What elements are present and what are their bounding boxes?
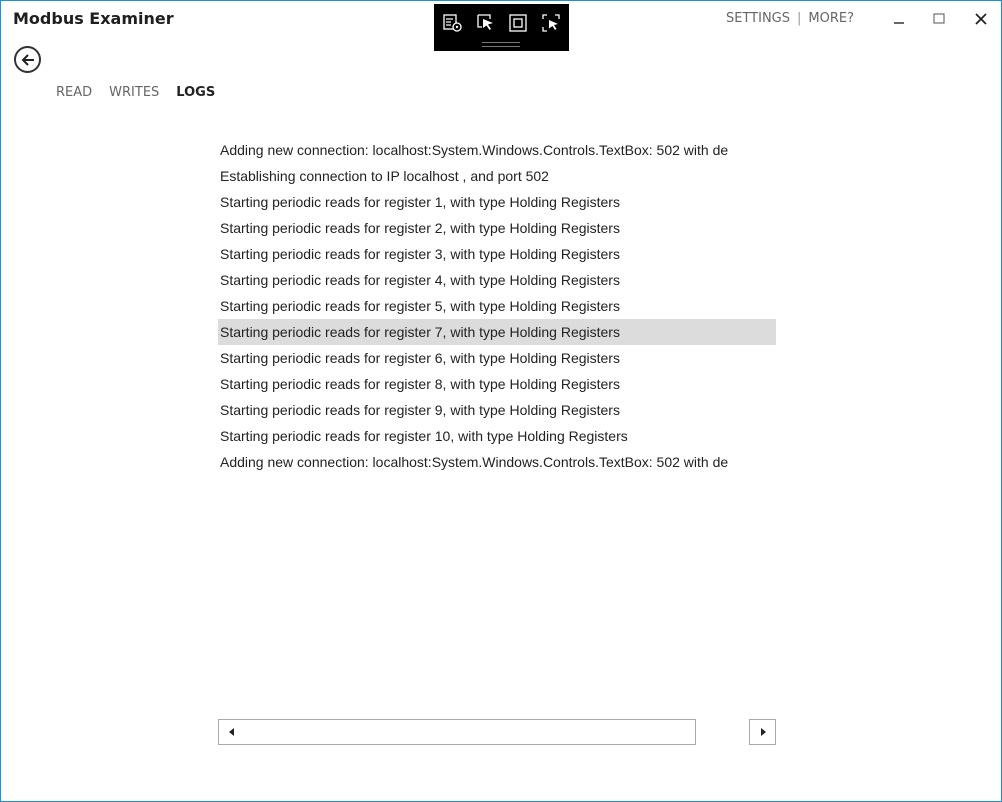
- maximize-icon: [933, 13, 945, 24]
- toolbar-grip[interactable]: [482, 42, 520, 47]
- back-button[interactable]: [14, 46, 41, 73]
- log-item[interactable]: Starting periodic reads for register 9, …: [218, 397, 776, 423]
- xaml-debug-toolbar: [434, 4, 569, 51]
- horizontal-scrollbar[interactable]: [218, 719, 776, 745]
- tab-writes[interactable]: WRITES: [109, 85, 159, 100]
- scroll-right-icon: [760, 728, 766, 736]
- log-item[interactable]: Starting periodic reads for register 1, …: [218, 189, 776, 215]
- pivot-nav: READ WRITES LOGS: [56, 85, 232, 100]
- scroll-thumb[interactable]: [244, 719, 696, 745]
- log-item[interactable]: Starting periodic reads for register 4, …: [218, 267, 776, 293]
- close-icon: [975, 13, 987, 25]
- display-adorners-icon[interactable]: [507, 12, 529, 34]
- tab-logs[interactable]: LOGS: [176, 85, 215, 100]
- track-focus-icon[interactable]: [540, 12, 562, 34]
- header-separator: |: [797, 11, 802, 26]
- settings-link[interactable]: SETTINGS: [726, 11, 790, 26]
- log-item[interactable]: Starting periodic reads for register 5, …: [218, 293, 776, 319]
- maximize-button[interactable]: [924, 7, 954, 31]
- log-item[interactable]: Adding new connection: localhost:System.…: [218, 449, 776, 475]
- log-item[interactable]: Starting periodic reads for register 3, …: [218, 241, 776, 267]
- log-item[interactable]: Adding new connection: localhost:System.…: [218, 137, 776, 163]
- log-item[interactable]: Establishing connection to IP localhost …: [218, 163, 776, 189]
- log-item[interactable]: Starting periodic reads for register 10,…: [218, 423, 776, 449]
- log-list[interactable]: Adding new connection: localhost:System.…: [218, 137, 776, 482]
- header-links: SETTINGS | MORE?: [726, 11, 854, 26]
- live-visual-tree-icon[interactable]: [442, 12, 464, 34]
- log-item-selected[interactable]: Starting periodic reads for register 7, …: [218, 319, 776, 345]
- log-item[interactable]: Starting periodic reads for register 6, …: [218, 345, 776, 371]
- minimize-button[interactable]: [884, 7, 914, 31]
- select-element-icon[interactable]: [475, 12, 497, 34]
- minimize-icon: [894, 22, 904, 24]
- scroll-left-button[interactable]: [218, 719, 245, 745]
- app-window: Modbus Examiner SETTINGS | MORE? READ WR…: [0, 0, 1002, 802]
- scroll-right-button[interactable]: [749, 719, 776, 745]
- more-link[interactable]: MORE?: [808, 11, 854, 26]
- close-button[interactable]: [966, 7, 996, 31]
- arrow-left-icon: [21, 53, 34, 66]
- log-item[interactable]: Starting periodic reads for register 8, …: [218, 371, 776, 397]
- scroll-left-icon: [228, 728, 234, 736]
- tab-read[interactable]: READ: [56, 85, 92, 100]
- app-title: Modbus Examiner: [13, 9, 174, 28]
- log-item[interactable]: Starting periodic reads for register 2, …: [218, 215, 776, 241]
